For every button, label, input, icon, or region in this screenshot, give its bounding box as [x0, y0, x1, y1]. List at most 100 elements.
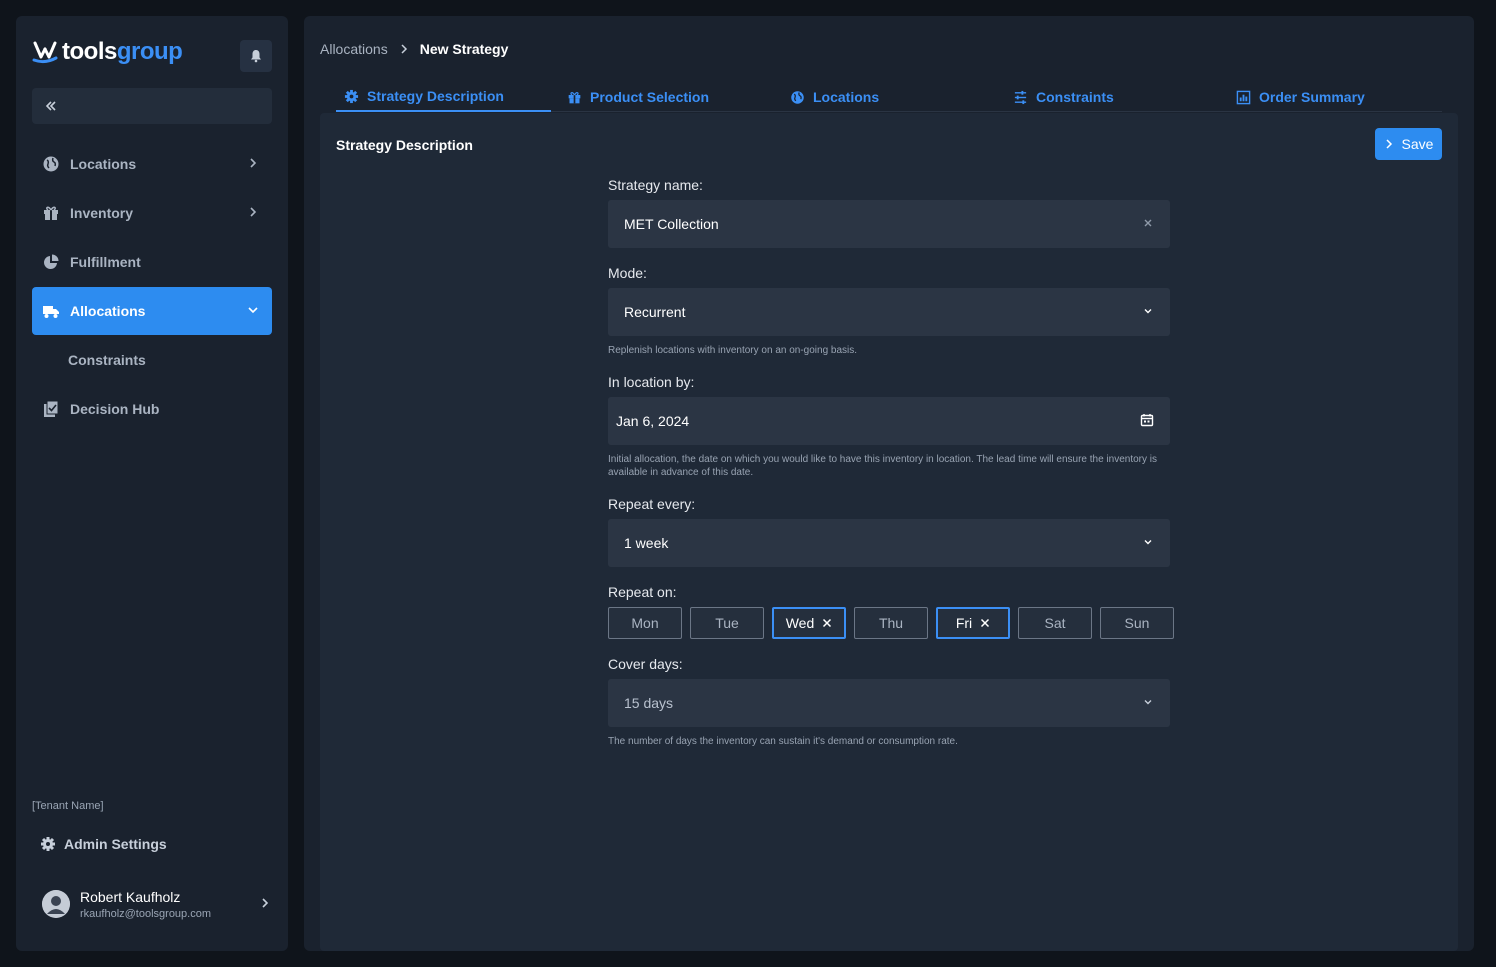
breadcrumb-parent-link[interactable]: Allocations — [320, 41, 388, 57]
sidebar-item-inventory[interactable]: Inventory — [32, 189, 272, 237]
sidebar-item-allocations[interactable]: Allocations — [32, 287, 272, 335]
cover-days-value: 15 days — [624, 695, 674, 711]
chevron-right-icon — [262, 898, 269, 908]
user-name: Robert Kaufholz — [80, 888, 181, 905]
sidebar-item-label: Locations — [70, 156, 137, 172]
sliders-icon — [1013, 90, 1028, 105]
strategy-description-panel: Strategy Description Save Strategy name:… — [320, 113, 1458, 951]
in-location-by-label: In location by: — [608, 374, 695, 390]
avatar — [42, 890, 70, 918]
repeat-every-label: Repeat every: — [608, 496, 696, 512]
day-toggle-tue[interactable]: Tue — [690, 607, 764, 639]
close-icon[interactable] — [822, 618, 832, 628]
strategy-name-value: MET Collection — [624, 216, 719, 232]
sidebar-item-label: Fulfillment — [70, 254, 141, 270]
brand-name: toolsgroup — [62, 38, 183, 66]
sidebar-item-label: Inventory — [70, 205, 134, 221]
globe-icon — [790, 90, 805, 105]
in-location-by-date-input[interactable]: Jan 6, 2024 — [608, 397, 1170, 445]
day-toggle-wed[interactable]: Wed — [772, 607, 846, 639]
repeat-on-day-selector: Mon Tue Wed Thu Fri Sat Sun — [608, 607, 1174, 639]
tab-label: Locations — [813, 89, 880, 105]
sidebar-item-fulfillment[interactable]: Fulfillment — [32, 238, 272, 286]
close-icon[interactable] — [980, 618, 990, 628]
panel-title: Strategy Description — [336, 137, 473, 153]
gear-icon — [344, 89, 359, 104]
tab-strategy-description[interactable]: Strategy Description — [336, 82, 551, 112]
tenant-name: [Tenant Name] — [32, 800, 104, 812]
day-label: Sat — [1044, 615, 1066, 631]
cover-days-help-text: The number of days the inventory can sus… — [608, 736, 958, 747]
collapse-sidebar-button[interactable] — [32, 88, 272, 124]
in-location-by-value: Jan 6, 2024 — [616, 413, 690, 429]
tab-order-summary[interactable]: Order Summary — [1228, 82, 1365, 112]
sidebar: toolsgroup Locations Inventory Fulfillme… — [16, 16, 288, 951]
chevron-right-icon — [1384, 139, 1394, 149]
day-label: Tue — [715, 615, 739, 631]
gift-icon — [42, 204, 60, 222]
double-chevron-left-icon — [45, 101, 56, 111]
chevron-right-icon — [398, 43, 410, 55]
cover-days-label: Cover days: — [608, 656, 683, 672]
tab-label: Constraints — [1036, 89, 1114, 105]
save-button-label: Save — [1401, 136, 1434, 152]
tab-label: Order Summary — [1259, 89, 1365, 105]
breadcrumb: Allocations New Strategy — [320, 41, 508, 57]
strategy-name-input[interactable]: MET Collection — [608, 200, 1170, 248]
admin-settings-link[interactable]: Admin Settings — [40, 836, 167, 852]
day-toggle-mon[interactable]: Mon — [608, 607, 682, 639]
user-profile[interactable]: Robert Kaufholz rkaufholz@toolsgroup.com — [42, 884, 272, 924]
main-content: Allocations New Strategy Strategy Descri… — [304, 16, 1474, 951]
brand-logo[interactable]: toolsgroup — [32, 38, 183, 66]
chevron-right-icon — [250, 158, 257, 168]
day-toggle-fri[interactable]: Fri — [936, 607, 1010, 639]
pie-chart-icon — [42, 253, 60, 271]
tab-product-selection[interactable]: Product Selection — [559, 82, 709, 112]
day-label: Wed — [785, 615, 815, 631]
day-label: Thu — [878, 615, 904, 631]
chevron-right-icon — [250, 207, 257, 217]
day-label: Mon — [631, 615, 659, 631]
brand-name-part1: tools — [62, 38, 117, 65]
notifications-button[interactable] — [240, 40, 272, 72]
clear-icon[interactable] — [1142, 217, 1154, 229]
mode-label: Mode: — [608, 265, 647, 281]
repeat-every-value: 1 week — [624, 535, 669, 551]
truck-icon — [42, 302, 60, 320]
day-label: Sun — [1124, 615, 1150, 631]
user-email: rkaufholz@toolsgroup.com — [80, 907, 212, 920]
calendar-icon[interactable] — [1140, 413, 1154, 427]
report-icon — [1236, 90, 1251, 105]
sidebar-item-label: Decision Hub — [70, 401, 160, 417]
tab-label: Product Selection — [590, 89, 710, 105]
bell-icon — [251, 50, 261, 63]
mode-select[interactable]: Recurrent — [608, 288, 1170, 336]
repeat-on-label: Repeat on: — [608, 584, 677, 600]
tab-constraints[interactable]: Constraints — [1005, 82, 1114, 112]
tab-label: Strategy Description — [367, 88, 504, 104]
in-location-by-help-text: Initial allocation, the date on which yo… — [608, 454, 1158, 478]
admin-settings-label: Admin Settings — [64, 836, 167, 852]
sidebar-item-label: Allocations — [70, 303, 146, 319]
checklist-icon — [42, 400, 60, 418]
chevron-down-icon — [1142, 696, 1154, 708]
day-toggle-sat[interactable]: Sat — [1018, 607, 1092, 639]
day-toggle-sun[interactable]: Sun — [1100, 607, 1174, 639]
strategy-name-label: Strategy name: — [608, 177, 703, 193]
repeat-every-select[interactable]: 1 week — [608, 519, 1170, 567]
cover-days-select[interactable]: 15 days — [608, 679, 1170, 727]
sidebar-item-decision-hub[interactable]: Decision Hub — [32, 385, 272, 433]
mode-help-text: Replenish locations with inventory on an… — [608, 345, 858, 356]
user-avatar-icon — [42, 890, 70, 918]
breadcrumb-current: New Strategy — [419, 41, 509, 57]
brand-name-part2: group — [116, 38, 183, 65]
chevron-down-icon — [1142, 536, 1154, 548]
tab-locations[interactable]: Locations — [782, 82, 879, 112]
toolsgroup-logo-icon — [32, 41, 58, 64]
gear-icon — [40, 836, 56, 852]
day-toggle-thu[interactable]: Thu — [854, 607, 928, 639]
gift-icon — [567, 90, 582, 105]
sidebar-item-locations[interactable]: Locations — [32, 140, 272, 188]
sidebar-subitem-constraints[interactable]: Constraints — [68, 352, 146, 368]
save-button[interactable]: Save — [1375, 128, 1442, 160]
